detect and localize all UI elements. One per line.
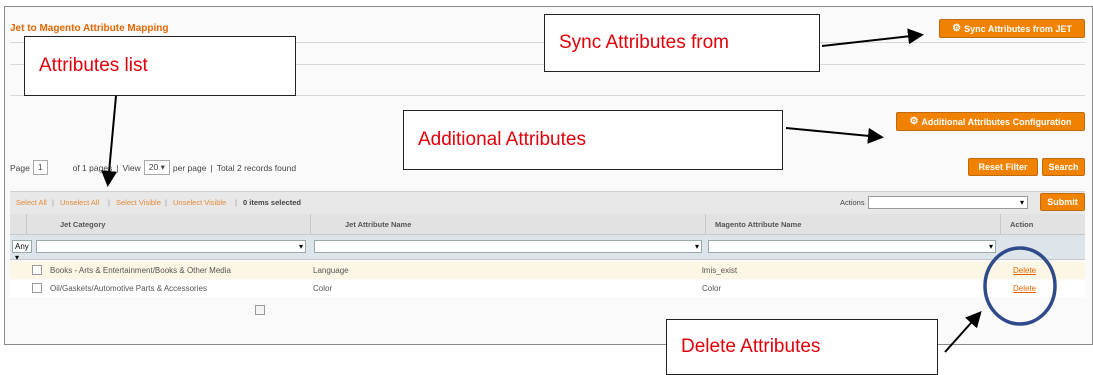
- jet-category-filter[interactable]: ▾: [36, 240, 306, 253]
- unselect-all-link[interactable]: Unselect All: [60, 198, 99, 207]
- page-title: Jet to Magento Attribute Mapping: [10, 23, 169, 34]
- sync-attributes-button[interactable]: ⚙ Sync Attributes from JET: [939, 19, 1085, 38]
- delete-link[interactable]: Delete: [1013, 284, 1036, 293]
- gear-icon: ⚙: [952, 23, 962, 34]
- per-page-select[interactable]: 20 ▾: [143, 160, 170, 175]
- unselect-visible-link[interactable]: Unselect Visible: [173, 198, 226, 207]
- jet-attribute-filter[interactable]: ▾: [314, 240, 702, 253]
- submit-button[interactable]: Submit: [1040, 193, 1085, 211]
- column-action: Action: [1010, 220, 1034, 229]
- delete-link[interactable]: Delete: [1013, 266, 1036, 275]
- row-checkbox[interactable]: [32, 265, 42, 275]
- additional-callout: Additional Attributes: [403, 110, 783, 170]
- reset-filter-button[interactable]: Reset Filter: [968, 158, 1038, 176]
- search-button[interactable]: Search: [1042, 158, 1085, 176]
- grid-filter-row: Any ▾ ▾ ▾ ▾: [10, 235, 1085, 262]
- column-jet-attribute-name[interactable]: Jet Attribute Name: [345, 220, 411, 229]
- table-row: Oil/Gaskets/Automotive Parts & Accessori…: [10, 280, 1085, 297]
- attributes-list-callout: Attributes list: [24, 36, 296, 96]
- pager: Page 1 of 1 pages | View 20 ▾ per page |…: [10, 160, 296, 175]
- grid-header: Jet Category Jet Attribute Name Magento …: [10, 214, 1085, 235]
- sync-callout: Sync Attributes from: [544, 14, 820, 72]
- massaction-bar: Select All | Unselect All | Select Visib…: [10, 191, 1085, 215]
- column-magento-attribute-name[interactable]: Magento Attribute Name: [715, 220, 801, 229]
- any-filter-select[interactable]: Any ▾: [12, 240, 32, 262]
- select-visible-link[interactable]: Select Visible: [116, 198, 161, 207]
- actions-label: Actions: [840, 198, 865, 207]
- resize-handle[interactable]: [255, 305, 265, 315]
- column-jet-category[interactable]: Jet Category: [60, 220, 105, 229]
- selected-count: 0 items selected: [243, 198, 301, 207]
- row-checkbox[interactable]: [32, 283, 42, 293]
- actions-select[interactable]: ▾: [868, 196, 1028, 209]
- table-row: Books - Arts & Entertainment/Books & Oth…: [10, 262, 1085, 279]
- page-input[interactable]: 1: [32, 160, 48, 175]
- delete-callout: Delete Attributes: [666, 319, 938, 375]
- select-all-link[interactable]: Select All: [16, 198, 47, 207]
- gear-icon: ⚙: [909, 116, 919, 127]
- magento-attribute-filter[interactable]: ▾: [708, 240, 996, 253]
- additional-attributes-button[interactable]: ⚙ Additional Attributes Configuration: [896, 112, 1085, 131]
